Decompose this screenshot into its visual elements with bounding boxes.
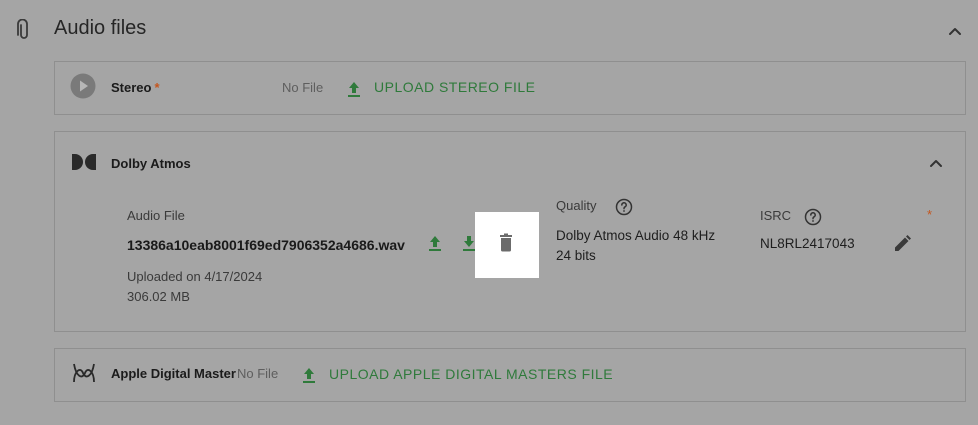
stereo-label: Stereo * — [111, 80, 160, 95]
upload-apple-digital-masters-file-button[interactable]: UPLOAD APPLE DIGITAL MASTERS FILE — [329, 366, 613, 382]
uploaded-on-text: Uploaded on 4/17/2024 — [127, 269, 263, 284]
section-title: Audio files — [54, 17, 147, 39]
isrc-value: NL8RL2417043 — [760, 236, 855, 251]
required-mark: * — [154, 80, 160, 95]
quality-value-line2: 24 bits — [556, 248, 596, 263]
quality-label: Quality — [556, 198, 597, 213]
quality-value-line1: Dolby Atmos Audio 48 kHz — [556, 228, 716, 243]
file-size-text: 306.02 MB — [127, 289, 190, 304]
isrc-help-icon[interactable] — [804, 208, 822, 226]
collapse-dolby-chevron-up-icon[interactable] — [926, 153, 946, 173]
apple-file-status: No File — [237, 366, 279, 381]
audio-file-label: Audio File — [127, 208, 185, 223]
quality-help-icon[interactable] — [615, 198, 633, 216]
isrc-required-mark: * — [927, 207, 933, 222]
apple-digital-master-label: Apple Digital Master — [111, 366, 236, 381]
dolby-atmos-label: Dolby Atmos — [111, 156, 191, 171]
edit-isrc-icon[interactable] — [892, 234, 912, 254]
apple-digital-master-icon — [72, 362, 96, 384]
delete-icon[interactable] — [497, 233, 515, 253]
paperclip-icon — [15, 19, 33, 41]
upload-stereo-file-button[interactable]: UPLOAD STEREO FILE — [374, 79, 535, 95]
stereo-upload-icon[interactable] — [345, 79, 363, 99]
collapse-section-chevron-up-icon[interactable] — [944, 20, 966, 42]
stereo-file-status: No File — [282, 80, 324, 95]
replace-upload-icon[interactable] — [426, 233, 444, 253]
isrc-label: ISRC — [760, 208, 792, 223]
audio-filename: 13386a10eab8001f69ed7906352a4686.wav — [127, 237, 405, 253]
play-icon[interactable] — [70, 73, 96, 99]
dolby-icon — [72, 154, 96, 170]
apple-upload-icon[interactable] — [300, 365, 318, 385]
